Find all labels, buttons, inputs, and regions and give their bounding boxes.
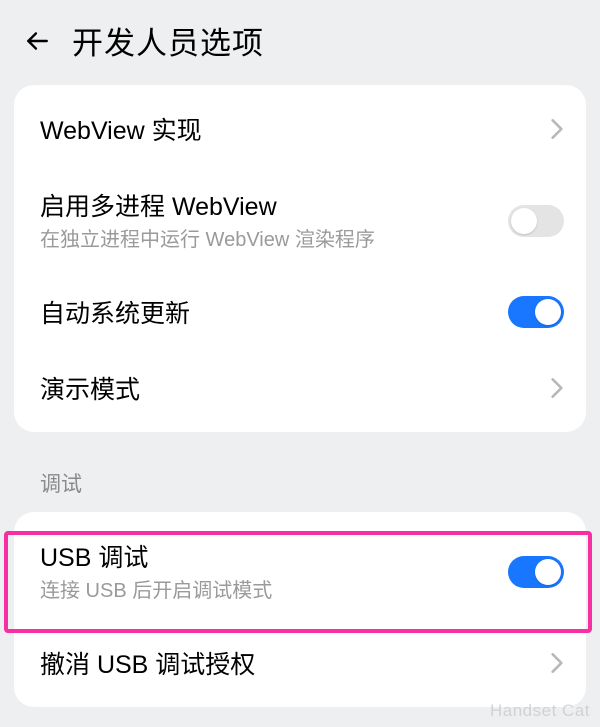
row-title: 撤消 USB 调试授权 [40, 645, 550, 681]
watermark: Handset Cat [490, 701, 590, 721]
row-subtitle: 在独立进程中运行 WebView 渲染程序 [40, 227, 508, 254]
back-arrow-icon[interactable] [24, 28, 50, 54]
row-title: WebView 实现 [40, 111, 550, 147]
row-title: 自动系统更新 [40, 294, 508, 330]
row-usb-debug[interactable]: USB 调试 连接 USB 后开启调试模式 [14, 518, 586, 625]
chevron-right-icon [550, 116, 564, 142]
chevron-right-icon [550, 375, 564, 401]
settings-card-2: USB 调试 连接 USB 后开启调试模式 撤消 USB 调试授权 [14, 512, 586, 707]
section-label-debug: 调试 [0, 462, 600, 512]
page-title: 开发人员选项 [72, 18, 264, 63]
toggle-usb-debug[interactable] [508, 556, 564, 588]
settings-card-1: WebView 实现 启用多进程 WebView 在独立进程中运行 WebVie… [14, 85, 586, 432]
toggle-auto-system-update[interactable] [508, 296, 564, 328]
toggle-multiprocess-webview[interactable] [508, 205, 564, 237]
row-title: USB 调试 [40, 538, 508, 574]
row-multiprocess-webview[interactable]: 启用多进程 WebView 在独立进程中运行 WebView 渲染程序 [14, 167, 586, 274]
row-auto-system-update[interactable]: 自动系统更新 [14, 274, 586, 350]
header: 开发人员选项 [0, 0, 600, 85]
row-subtitle: 连接 USB 后开启调试模式 [40, 578, 508, 605]
row-webview-impl[interactable]: WebView 实现 [14, 91, 586, 167]
row-demo-mode[interactable]: 演示模式 [14, 350, 586, 426]
row-title: 演示模式 [40, 370, 550, 406]
row-title: 启用多进程 WebView [40, 187, 508, 223]
chevron-right-icon [550, 650, 564, 676]
row-revoke-usb-auth[interactable]: 撤消 USB 调试授权 [14, 625, 586, 701]
